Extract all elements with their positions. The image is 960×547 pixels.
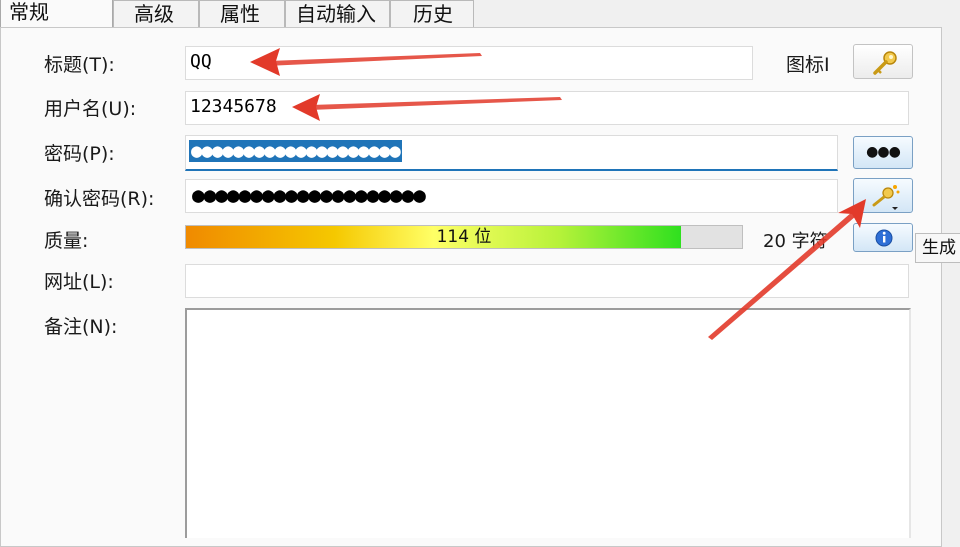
arrow-to-generate (708, 199, 866, 340)
arrow-to-title (250, 48, 482, 76)
arrow-to-username (292, 94, 562, 121)
annotation-arrows (250, 48, 866, 340)
tab-general[interactable]: 常规 (0, 0, 113, 27)
